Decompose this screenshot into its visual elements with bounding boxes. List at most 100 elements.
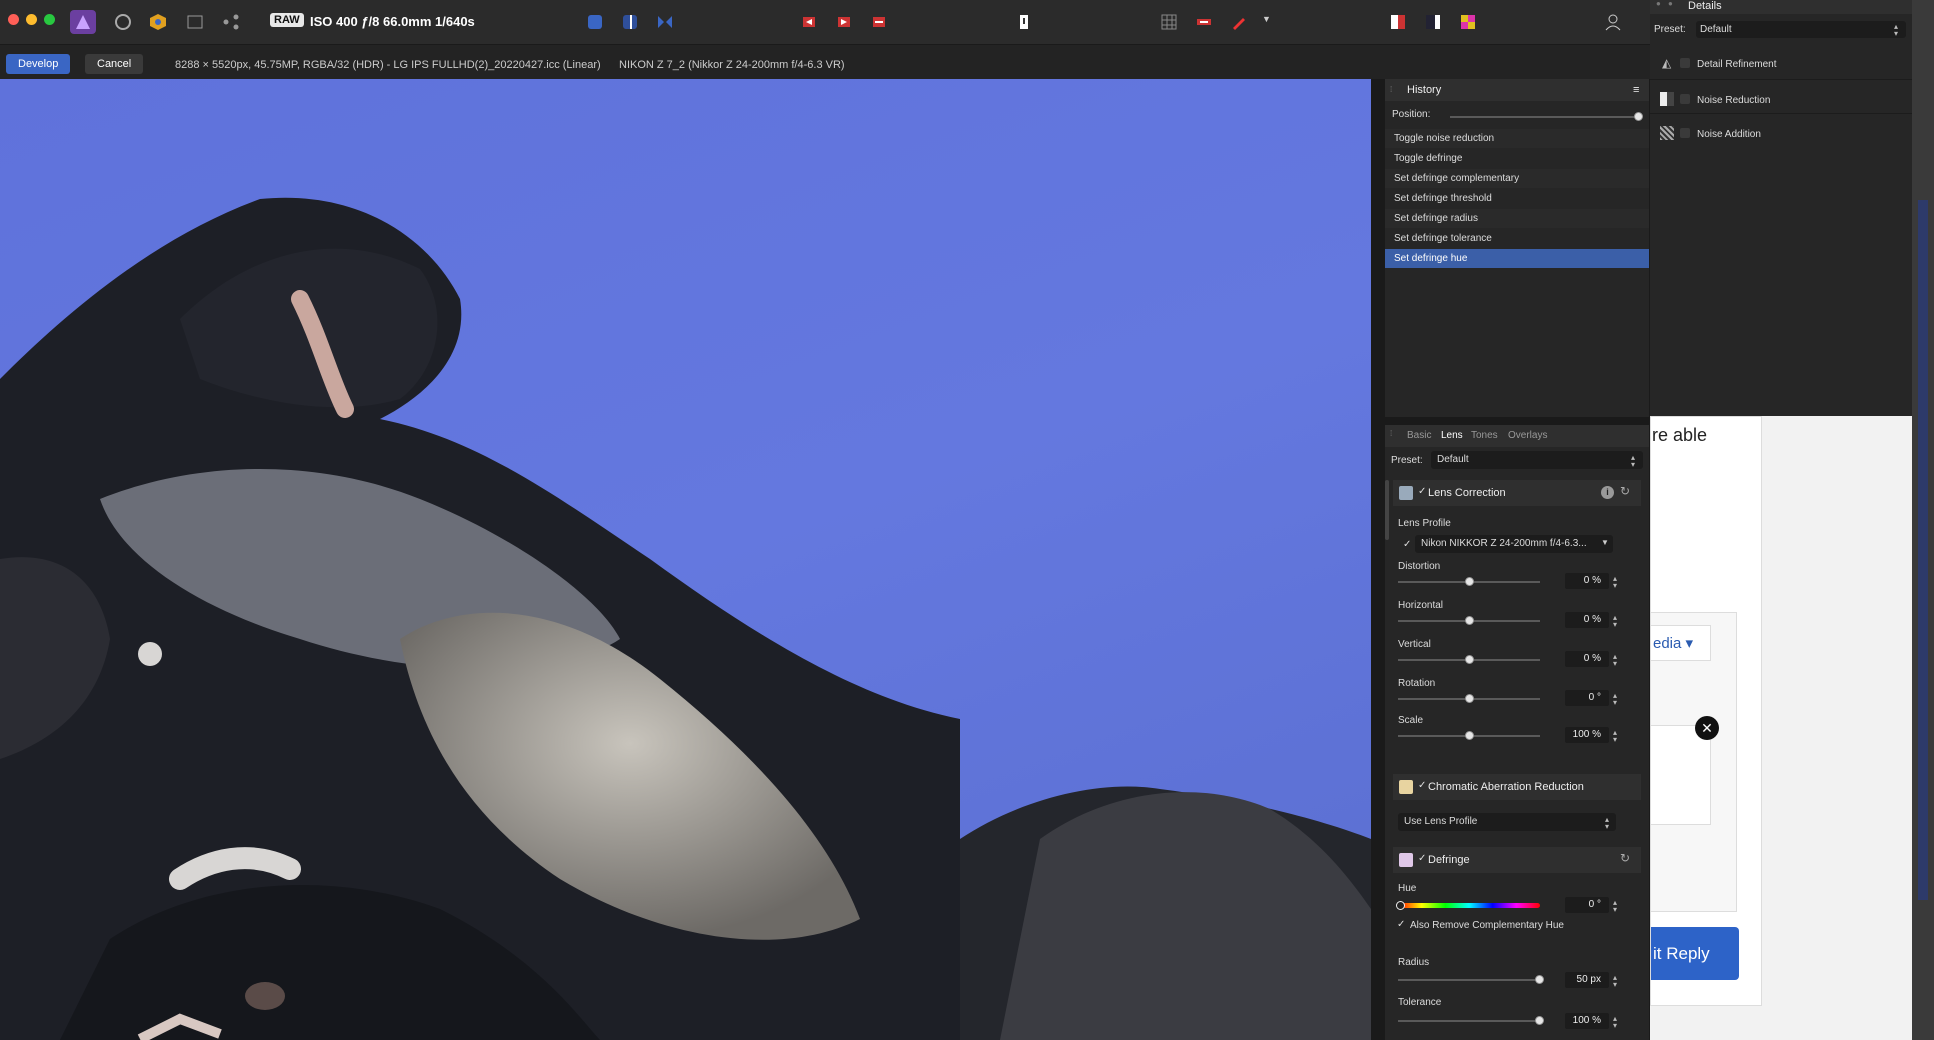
hue-value[interactable]: 0 ° [1565,897,1609,913]
history-item[interactable]: Set defringe radius [1385,209,1649,228]
photo-canvas[interactable] [0,79,1371,1040]
lens-correction-icon [1399,486,1413,500]
slider-value[interactable]: 0 % [1565,651,1609,667]
white-balance-picker-icon[interactable] [1011,10,1037,34]
history-item[interactable]: Set defringe threshold [1385,189,1649,208]
slider-stepper-icon[interactable]: ▴ ▾ [1613,575,1617,590]
tolerance-stepper-icon[interactable]: ▴ ▾ [1613,1015,1617,1030]
slider-stepper-icon[interactable]: ▴ ▾ [1613,653,1617,668]
slider-stepper-icon[interactable]: ▴ ▾ [1613,614,1617,629]
zoom-window-button[interactable] [44,14,55,25]
select-arrows-icon: ▴ ▾ [1631,453,1636,469]
highlight-clipping-icon[interactable] [1191,10,1217,34]
develop-persona-icon[interactable] [145,10,171,34]
detail-refinement-row[interactable]: ◭ Detail Refinement [1650,50,1912,80]
flip-icon[interactable] [866,10,892,34]
noise-reduction-row[interactable]: Noise Reduction [1650,84,1912,114]
slider-stepper-icon[interactable]: ▴ ▾ [1613,692,1617,707]
red-eye-tool-icon[interactable] [1226,10,1252,34]
view-mirror-icon[interactable] [652,10,678,34]
history-item[interactable]: Toggle noise reduction [1385,129,1649,148]
slider-value[interactable]: 0 ° [1565,690,1609,706]
tolerance-slider-track[interactable] [1398,1020,1540,1022]
slider-knob[interactable] [1465,577,1474,586]
slider-value[interactable]: 0 % [1565,612,1609,628]
reset-icon[interactable]: ↻ [1620,851,1630,865]
radius-slider-track[interactable] [1398,979,1540,981]
history-item[interactable]: Toggle defringe [1385,149,1649,168]
tool-dropdown-icon[interactable]: ▼ [1262,14,1271,24]
slider-knob[interactable] [1465,731,1474,740]
clip-tones-icon[interactable] [1455,10,1481,34]
position-slider-knob[interactable] [1634,112,1643,121]
hue-slider-knob[interactable] [1396,901,1405,910]
slider-stepper-icon[interactable]: ▴ ▾ [1613,729,1617,744]
use-lens-profile-value: Use Lens Profile [1404,816,1478,827]
affinity-photo-icon[interactable] [70,10,96,34]
clip-shadows-icon[interactable] [1385,10,1411,34]
radius-value[interactable]: 50 px [1565,972,1609,988]
radius-slider-knob[interactable] [1535,975,1544,984]
use-lens-profile-select[interactable]: Use Lens Profile ▴ ▾ [1398,813,1616,831]
also-remove-checkbox-icon[interactable]: ✓ [1397,919,1405,930]
liquify-persona-icon[interactable] [110,10,136,34]
export-persona-icon[interactable] [218,10,244,34]
info-icon[interactable]: i [1601,486,1614,499]
panel-menu-icon[interactable]: ≡ [1633,79,1639,101]
clipping-grid-icon[interactable] [1156,10,1182,34]
history-item-selected[interactable]: Set defringe hue [1385,249,1649,268]
tolerance-slider-knob[interactable] [1535,1016,1544,1025]
noise-addition-label: Noise Addition [1697,129,1761,140]
reset-icon[interactable]: ↻ [1620,484,1630,498]
tab-basic[interactable]: Basic [1407,430,1431,441]
panel-scrollbar[interactable] [1385,480,1389,540]
image-info: 8288 × 5520px, 45.75MP, RGBA/32 (HDR) - … [175,59,601,71]
tab-overlays[interactable]: Overlays [1508,430,1547,441]
details-preset-select[interactable]: Default ▴ ▾ [1696,21,1906,38]
position-slider-track[interactable] [1450,116,1640,118]
tab-tones[interactable]: Tones [1471,430,1498,441]
close-window-button[interactable] [8,14,19,25]
panel-close-icon[interactable]: ● [1656,0,1661,8]
lens-correction-checkbox-icon[interactable]: ✓ [1418,486,1426,497]
detail-refinement-label: Detail Refinement [1697,59,1777,70]
radius-stepper-icon[interactable]: ▴ ▾ [1613,974,1617,989]
tone-mapping-persona-icon[interactable] [182,10,208,34]
panel-grip-icon[interactable]: ⁞ [1390,429,1392,438]
history-item[interactable]: Set defringe complementary [1385,169,1649,188]
rotate-left-icon[interactable] [796,10,822,34]
panel-grip-icon[interactable]: ⁞ [1390,79,1392,101]
tab-lens[interactable]: Lens [1441,430,1463,441]
slider-knob[interactable] [1465,694,1474,703]
preset-select[interactable]: Default ▴ ▾ [1431,451,1643,469]
tolerance-value[interactable]: 100 % [1565,1013,1609,1029]
defringe-checkbox-icon[interactable]: ✓ [1418,853,1426,864]
clip-highlights-icon[interactable] [1420,10,1446,34]
panel-minimize-icon[interactable]: ● [1668,0,1673,8]
user-account-icon[interactable] [1600,10,1626,34]
close-icon[interactable]: ✕ [1695,716,1719,740]
detail-refinement-checkbox[interactable] [1680,58,1690,68]
slider-label: Rotation [1398,678,1436,689]
rotate-right-icon[interactable] [831,10,857,34]
hue-stepper-icon[interactable]: ▴ ▾ [1613,899,1617,914]
slider-value[interactable]: 100 % [1565,727,1609,743]
develop-button[interactable]: Develop [6,54,71,74]
slider-knob[interactable] [1465,616,1474,625]
slider-value[interactable]: 0 % [1565,573,1609,589]
history-item[interactable]: Set defringe tolerance [1385,229,1649,248]
noise-addition-checkbox[interactable] [1680,128,1690,138]
lens-profile-select[interactable]: Nikon NIKKOR Z 24-200mm f/4-6.3... ▼ [1415,535,1613,553]
minimize-window-button[interactable] [26,14,37,25]
hue-slider[interactable] [1398,903,1540,908]
submit-reply-button[interactable]: it Reply [1651,927,1739,980]
cancel-button[interactable]: Cancel [85,54,144,74]
chromatic-checkbox-icon[interactable]: ✓ [1418,780,1426,791]
slider-knob[interactable] [1465,655,1474,664]
lens-profile-checkbox-icon[interactable]: ✓ [1403,539,1411,550]
view-split-icon[interactable] [617,10,643,34]
media-dropdown[interactable]: edia ▾ [1651,625,1711,661]
noise-reduction-checkbox[interactable] [1680,94,1690,104]
noise-addition-row[interactable]: Noise Addition [1650,118,1912,148]
view-single-icon[interactable] [582,10,608,34]
